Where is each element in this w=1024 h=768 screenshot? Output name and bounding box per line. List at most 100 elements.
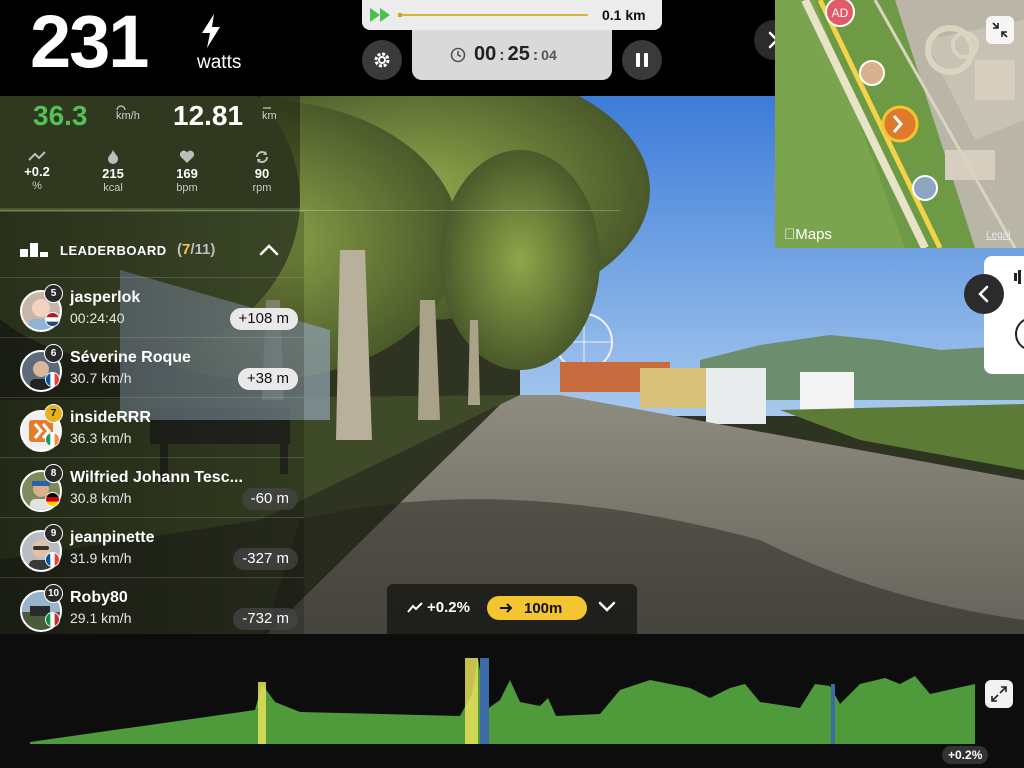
power-unit: watts <box>197 52 242 73</box>
distance-value: 12.81 <box>173 100 244 131</box>
map-legal-link[interactable]: Legal <box>986 230 1010 241</box>
rider-time: 00:24:40 <box>70 310 125 326</box>
gap-badge: -732 m <box>233 608 298 630</box>
gap-badge: +108 m <box>229 308 298 330</box>
course-progress: 0.1 km <box>362 0 662 30</box>
apple-logo-icon:  <box>784 226 795 243</box>
progress-track <box>398 13 588 17</box>
divider <box>0 210 620 211</box>
rider-name: Séverine Roque <box>70 349 191 366</box>
grade-icon <box>28 151 46 161</box>
course-distance: 0.1 km <box>602 7 646 23</box>
leaderboard-row[interactable]: 6 Séverine Roque 30.7 km/h +38 m <box>0 337 304 398</box>
current-grade: +0.2% <box>427 599 470 616</box>
distance-unit-label: km <box>262 110 277 122</box>
next-segment-distance-label: 100m <box>524 600 563 617</box>
flag-fr-icon <box>45 552 60 567</box>
flag-nl-icon <box>45 312 60 327</box>
lightning-icon <box>202 14 220 48</box>
chevron-down-icon <box>598 601 616 612</box>
side-drawer[interactable] <box>984 256 1024 374</box>
gap-badge: -327 m <box>233 548 298 570</box>
leaderboard-row-current-user[interactable]: 7 insideRRR 36.3 km/h <box>0 397 304 458</box>
side-drawer-icon <box>1014 270 1024 349</box>
map-marker-label: AD <box>832 6 849 20</box>
map-expand-button[interactable] <box>986 16 1014 44</box>
metric-heart-rate-unit: bpm <box>176 182 198 194</box>
upcoming-grade-panel: +0.2% 100m <box>387 584 637 634</box>
expand-arrows-icon <box>991 686 1007 702</box>
flame-icon <box>108 150 118 164</box>
rider-speed: 30.7 km/h <box>70 370 132 386</box>
leaderboard-icon <box>20 243 48 257</box>
gap-badge: +38 m <box>237 368 298 390</box>
elapsed-time: 00:25:04 <box>474 43 557 65</box>
next-segment-distance: 100m <box>487 596 587 620</box>
distance-unit: km <box>262 104 277 122</box>
metric-cadence-value: 90 <box>254 166 270 181</box>
chevron-up-icon <box>259 244 279 256</box>
rider-name: jeanpinette <box>70 529 155 546</box>
leaderboard-row[interactable]: 10 Roby80 29.1 km/h -732 m <box>0 577 304 638</box>
rider-name: insideRRR <box>70 409 151 426</box>
speed-value: 36.3 <box>33 100 88 131</box>
metric-calories-unit: kcal <box>103 182 123 194</box>
rank-badge: 6 <box>44 344 63 363</box>
timer-panel: 00:25:04 <box>412 30 612 80</box>
rank-badge: 9 <box>44 524 63 543</box>
gear-icon <box>374 52 390 68</box>
arrow-right-icon <box>500 603 513 613</box>
timer-minutes: 25 <box>507 43 530 65</box>
pause-button[interactable] <box>622 40 662 80</box>
metric-heart-rate-value: 169 <box>176 166 198 181</box>
leaderboard-row[interactable]: 8 Wilfried Johann Tesc... 30.8 km/h -60 … <box>0 457 304 518</box>
fast-forward-icon <box>370 8 390 22</box>
timer-hours: 00 <box>474 43 497 65</box>
leaderboard-row[interactable]: 9 jeanpinette 31.9 km/h -327 m <box>0 517 304 578</box>
settings-button[interactable] <box>362 40 402 80</box>
rider-name: Roby80 <box>70 589 128 606</box>
metric-calories-value: 215 <box>102 166 124 181</box>
gap-badge: -60 m <box>241 488 298 510</box>
collapse-leaderboard-button[interactable] <box>258 242 280 258</box>
maps-watermark-label: Maps <box>784 226 832 243</box>
metric-calories: 215 kcal <box>83 150 143 194</box>
speed-unit: km/h <box>116 104 140 122</box>
flag-ie-icon <box>45 432 60 447</box>
metric-grade-unit: % <box>32 180 42 192</box>
rider-speed: 30.8 km/h <box>70 490 132 506</box>
flag-fr-icon <box>45 372 60 387</box>
rider-speed: 36.3 km/h <box>70 430 132 446</box>
open-drawer-button[interactable] <box>964 274 1004 314</box>
speed-unit-label: km/h <box>116 110 140 122</box>
leaderboard-title: LEADERBOARD <box>60 243 167 258</box>
power-value: 231 <box>30 0 149 83</box>
rider-speed: 31.9 km/h <box>70 550 132 566</box>
rank-badge: 8 <box>44 464 63 483</box>
elevation-chart <box>30 658 975 744</box>
clock-icon <box>450 47 466 63</box>
rank-badge: 10 <box>44 584 63 603</box>
profile-current-grade: +0.2% <box>942 746 989 764</box>
cadence-icon <box>256 151 268 163</box>
metric-grade-value: +0.2 <box>24 164 50 179</box>
leaderboard-position: (7/11) <box>177 241 216 258</box>
maps-watermark: Maps <box>784 226 832 243</box>
rank-badge: 7 <box>44 404 63 423</box>
metric-grade: +0.2 % <box>7 150 67 192</box>
rider-name: jasperlok <box>70 289 141 306</box>
metric-cadence: 90 rpm <box>232 150 292 194</box>
timer-seconds: 04 <box>541 47 557 63</box>
grade-icon <box>407 602 423 613</box>
rider-name: Wilfried Johann Tesc... <box>70 469 243 486</box>
expand-grade-button[interactable] <box>597 600 617 614</box>
flag-de-icon <box>45 492 60 507</box>
collapse-arrows-icon <box>992 22 1008 38</box>
pause-icon <box>636 53 648 67</box>
leaderboard-row[interactable]: 5 jasperlok 00:24:40 +108 m <box>0 277 304 338</box>
metric-heart-rate: 169 bpm <box>157 150 217 194</box>
rider-speed: 29.1 km/h <box>70 610 132 626</box>
heart-icon <box>179 150 195 163</box>
progress-fill <box>398 13 402 17</box>
profile-expand-button[interactable] <box>985 680 1013 708</box>
